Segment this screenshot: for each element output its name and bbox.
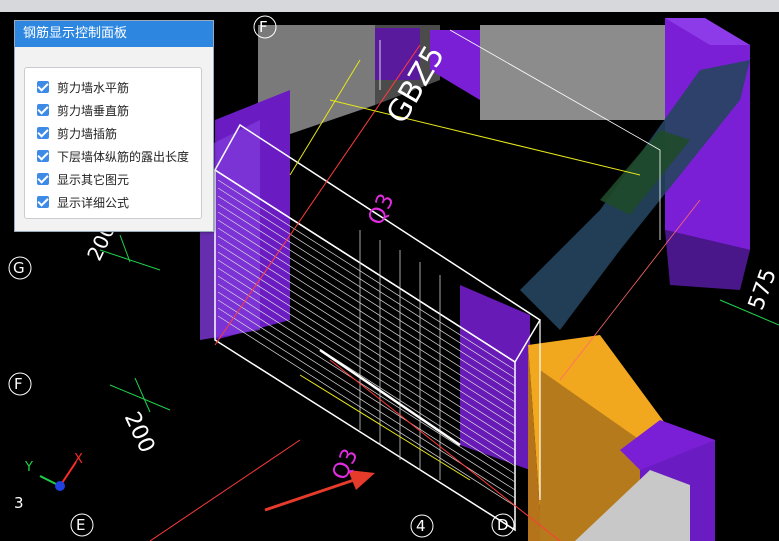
red-axis-line-2 [149,439,301,541]
grid-label-g-left: G [13,259,25,277]
option-label: 剪力墙水平筋 [57,80,130,95]
grid-label-f-left: F [14,375,23,393]
option-shear-wall-horizontal-rebar[interactable]: 剪力墙水平筋 [37,78,129,96]
grid-label-e-bottom: E [76,516,86,534]
rebar-display-control-panel: 钢筋显示控制面板 剪力墙水平筋 剪力墙垂直筋 剪力墙插筋 下层墙体纵筋的露出长度… [14,20,214,232]
grid-label-f-top: F [259,18,268,36]
option-show-other-elements[interactable]: 显示其它图元 [37,170,129,188]
option-show-detailed-formula[interactable]: 显示详细公式 [37,193,129,211]
option-shear-wall-insert-rebar[interactable]: 剪力墙插筋 [37,124,117,142]
checkbox-checked-icon[interactable] [37,173,49,185]
option-label: 剪力墙垂直筋 [57,103,130,118]
checkbox-checked-icon[interactable] [37,127,49,139]
purple-wall-end [460,285,530,470]
gray-wall-back-right [480,25,680,120]
pointer-arrow-shaft [264,476,361,512]
panel-options-box: 剪力墙水平筋 剪力墙垂直筋 剪力墙插筋 下层墙体纵筋的露出长度 显示其它图元 显… [24,67,202,219]
checkbox-checked-icon[interactable] [37,81,49,93]
grid-label-4-bottom: 4 [416,517,426,535]
ucs-y-label: Y [25,460,33,475]
option-label: 显示详细公式 [57,195,130,210]
ucs-x-label: X [74,452,83,467]
checkbox-checked-icon[interactable] [37,104,49,116]
grid-label-d-bottom: D [497,516,509,534]
checkbox-checked-icon[interactable] [37,150,49,162]
option-label: 下层墙体纵筋的露出长度 [57,149,190,164]
option-label: 剪力墙插筋 [57,126,118,141]
option-lower-wall-exposed-length[interactable]: 下层墙体纵筋的露出长度 [37,147,189,165]
ucs-origin [55,481,65,491]
panel-title: 钢筋显示控制面板 [15,21,213,47]
option-label: 显示其它图元 [57,172,130,187]
checkbox-checked-icon[interactable] [37,196,49,208]
option-shear-wall-vertical-rebar[interactable]: 剪力墙垂直筋 [37,101,129,119]
grid-label-3: 3 [14,494,24,512]
